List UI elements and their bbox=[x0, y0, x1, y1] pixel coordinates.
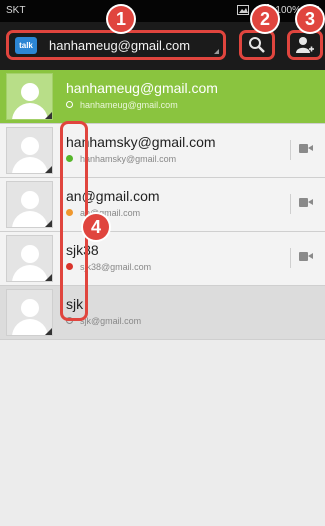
contact-row[interactable]: sjk sjk@gmail.com bbox=[0, 286, 325, 340]
account-email: hanhameug@gmail.com bbox=[49, 37, 191, 53]
talk-logo-icon: talk bbox=[15, 36, 37, 54]
divider bbox=[290, 248, 291, 268]
avatar bbox=[6, 235, 53, 282]
search-icon bbox=[249, 37, 265, 53]
contact-row[interactable]: hanhamsky@gmail.com hanhamsky@gmail.com bbox=[0, 124, 325, 178]
video-chat-icon[interactable] bbox=[299, 198, 313, 207]
carrier-label: SKT bbox=[6, 5, 26, 16]
callout-badge-1: 1 bbox=[108, 6, 134, 32]
presence-icon bbox=[66, 101, 73, 108]
avatar bbox=[6, 181, 53, 228]
contact-row[interactable]: sjk38 sjk38@gmail.com bbox=[0, 232, 325, 286]
account-selector[interactable]: talk hanhameug@gmail.com bbox=[6, 30, 226, 60]
callout-badge-2: 2 bbox=[252, 6, 278, 32]
contact-status: hanhameug@gmail.com bbox=[80, 100, 178, 110]
contact-status: hanhamsky@gmail.com bbox=[80, 154, 177, 164]
contact-name: hanhamsky@gmail.com bbox=[66, 134, 216, 150]
video-chat-icon[interactable] bbox=[299, 144, 313, 153]
add-contact-icon bbox=[296, 37, 314, 53]
callout-badge-4: 4 bbox=[83, 214, 109, 240]
video-chat-icon[interactable] bbox=[299, 252, 313, 261]
contact-list: hanhameug@gmail.com hanhameug@gmail.com … bbox=[0, 70, 325, 340]
add-contact-button[interactable] bbox=[287, 30, 323, 60]
contact-status: sjk@gmail.com bbox=[80, 316, 142, 326]
contact-name: hanhameug@gmail.com bbox=[66, 80, 218, 96]
contact-status: sjk38@gmail.com bbox=[80, 262, 152, 272]
contact-row[interactable]: an@gmail.com an@gmail.com bbox=[0, 178, 325, 232]
action-bar: talk hanhameug@gmail.com bbox=[0, 22, 325, 70]
dropdown-corner-icon bbox=[214, 49, 219, 54]
callout-badge-3: 3 bbox=[297, 6, 323, 32]
empty-area bbox=[0, 340, 325, 526]
search-button[interactable] bbox=[239, 30, 275, 60]
avatar bbox=[6, 73, 53, 120]
avatar bbox=[6, 127, 53, 174]
divider bbox=[290, 194, 291, 214]
divider bbox=[290, 140, 291, 160]
image-notification-icon bbox=[237, 5, 250, 15]
contact-row-self[interactable]: hanhameug@gmail.com hanhameug@gmail.com bbox=[0, 70, 325, 124]
avatar bbox=[6, 289, 53, 336]
